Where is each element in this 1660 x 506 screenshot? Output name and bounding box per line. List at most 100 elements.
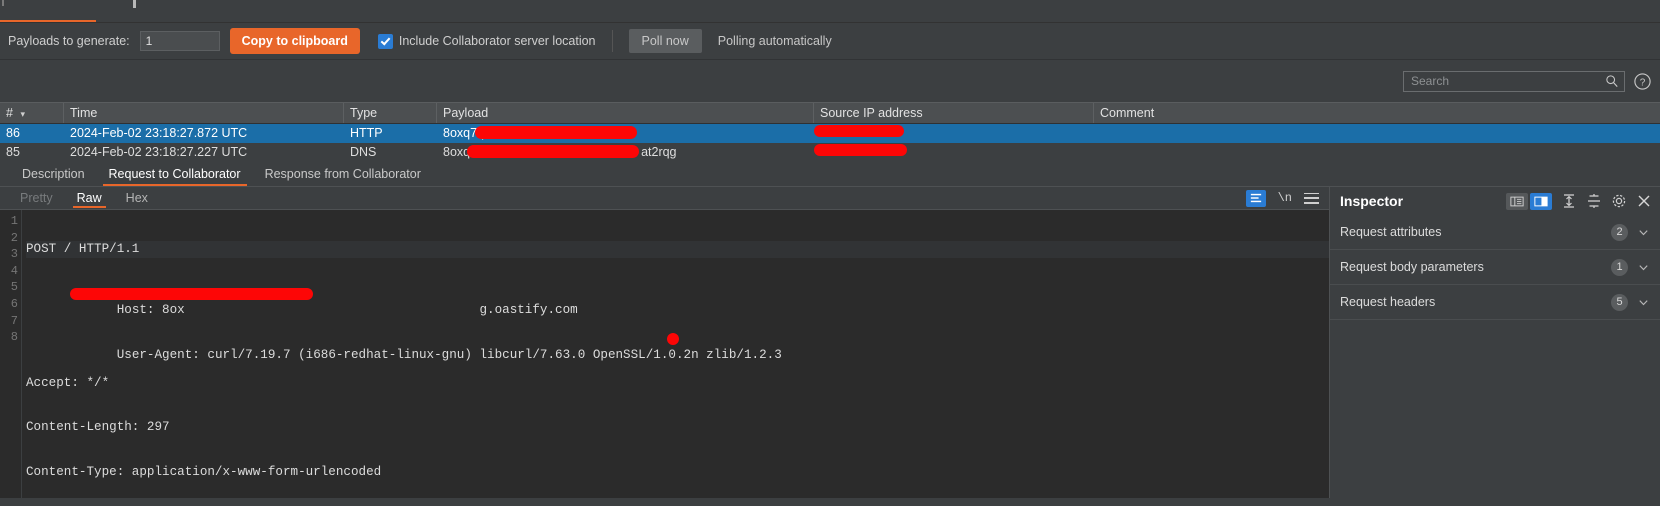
cell-number: 86 [6,126,20,140]
status-badge: 2 [1611,223,1628,241]
poll-now-button[interactable]: Poll now [628,29,702,53]
expand-vertical-icon[interactable] [1586,193,1602,209]
inspector-empty-space [1330,320,1660,498]
code-line-text: User-Agent: curl/7.19.7 (i686-redhat-lin… [116,347,782,362]
tab-raw[interactable]: Raw [65,188,114,209]
chevron-down-icon[interactable] [1637,261,1650,274]
cell-comment [1094,143,1654,162]
include-server-location-checkbox-wrap[interactable]: Include Collaborator server location [377,33,596,49]
code-line: Host: 8ox g.oastify.com [26,286,1329,317]
close-icon[interactable] [1636,193,1652,209]
cell-number: 85 [6,145,20,159]
cell-type: DNS [350,145,377,159]
message-editor: Pretty Raw Hex \n 1 2 3 4 5 6 7 8 POST /… [0,187,1329,498]
layout-side-panel-icon[interactable] [1506,192,1528,210]
search-box[interactable] [1403,70,1625,92]
tab-description[interactable]: Description [10,163,97,186]
table-row[interactable]: 86 2024-Feb-02 23:18:27.872 UTC HTTP 8ox… [0,124,1660,143]
column-header-type[interactable]: Type [344,103,437,123]
top-tick-marker [133,0,136,8]
payload-redaction-overlay [467,145,639,158]
table-row[interactable]: 85 2024-Feb-02 23:18:27.227 UTC DNS 8oxq… [0,143,1660,162]
line-number: 8 [10,330,18,345]
column-header-payload[interactable]: Payload [437,103,814,123]
table-header-row: # ▾ Time Type Payload Source IP address … [0,102,1660,124]
code-line: Content-Type: application/x-www-form-url… [26,464,382,479]
line-number: 7 [10,313,18,328]
gear-icon[interactable] [1611,193,1627,209]
interactions-table: # ▾ Time Type Payload Source IP address … [0,102,1660,162]
inspector-header: Inspector [1330,187,1660,215]
source-ip-redaction-overlay [814,125,904,137]
line-number: 3 [10,247,18,262]
editor-tool-buttons: \n [1245,189,1329,207]
tab-response-from-collaborator[interactable]: Response from Collaborator [253,163,433,186]
layout-split-icon[interactable] [1530,192,1552,210]
inspector-panel: Inspector Request attributes 2 Request b… [1329,187,1660,498]
tab-hex[interactable]: Hex [114,188,160,209]
cell-payload: 8oxq7 at2rqg [437,143,814,162]
copy-to-clipboard-button[interactable]: Copy to clipboard [229,28,360,54]
search-icon[interactable] [1605,74,1619,88]
include-server-location-label: Include Collaborator server location [398,34,596,48]
status-badge: 5 [1611,293,1628,311]
editor-and-inspector: Pretty Raw Hex \n 1 2 3 4 5 6 7 8 POST /… [0,187,1660,498]
column-header-time[interactable]: Time [64,103,344,123]
checkbox-checked-icon[interactable] [377,33,393,49]
host-redaction-overlay [70,287,313,300]
payload-toolbar: Payloads to generate: Copy to clipboard … [0,23,1660,60]
column-header-source-ip[interactable]: Source IP address [814,103,1094,123]
chevron-down-icon[interactable] [1637,296,1650,309]
view-tab-bar: Pretty Raw Hex \n [0,187,1329,209]
line-number: 1 [10,214,18,228]
source-ip-redaction-overlay [814,144,907,156]
cell-time: 2024-Feb-02 23:18:27.227 UTC [70,145,248,159]
help-circle-icon[interactable]: ? [1633,72,1652,91]
toolbar-divider [611,30,613,52]
tab-request-to-collaborator[interactable]: Request to Collaborator [97,163,253,186]
column-label-number: # [6,106,13,120]
request-text[interactable]: POST / HTTP/1.1 Host: 8ox g.oastify.com … [22,210,1329,498]
line-number: 2 [10,230,18,245]
sort-chevron-down-icon[interactable]: ▾ [20,109,25,119]
section-label: Request headers [1340,295,1436,309]
column-header-number[interactable]: # ▾ [0,103,64,123]
tab-pretty[interactable]: Pretty [8,188,65,209]
cell-comment [1094,124,1654,143]
text-wrap-icon[interactable] [1245,189,1266,207]
collapse-vertical-icon[interactable] [1561,193,1577,209]
payload-redaction-overlay [475,126,637,139]
line-number: 6 [10,296,18,311]
line-number-gutter: 1 2 3 4 5 6 7 8 [0,210,22,498]
line-number: 4 [10,263,18,278]
payloads-to-generate-label: Payloads to generate: [8,34,130,48]
cell-source-ip [814,143,1094,162]
search-input[interactable] [1409,73,1605,89]
code-line: User-Agent: curl/7.19.7 (i686-redhat-lin… [26,330,1329,362]
inspector-layout-toggle-group [1506,192,1552,210]
code-line-text: Host: 8ox g.oastify.com [116,303,578,318]
cell-type: HTTP [350,126,383,140]
useragent-redaction-dot [667,333,679,346]
code-viewer[interactable]: 1 2 3 4 5 6 7 8 POST / HTTP/1.1 Host: 8o… [0,209,1329,498]
newline-toggle-label[interactable]: \n [1278,191,1292,205]
inspector-title: Inspector [1340,193,1404,209]
burp-collaborator-window: Payloads to generate: Copy to clipboard … [0,0,1660,506]
inspector-section-request-headers[interactable]: Request headers 5 [1330,285,1660,320]
column-header-comment[interactable]: Comment [1094,103,1654,123]
section-label: Request attributes [1340,225,1442,239]
cell-source-ip [814,124,1094,143]
window-bottom-edge [0,498,1660,506]
polling-automatically-label: Polling automatically [717,34,832,48]
active-tab-underline [0,20,96,22]
cell-time: 2024-Feb-02 23:18:27.872 UTC [70,126,248,140]
payloads-to-generate-input[interactable] [139,31,220,51]
inspector-section-request-body-parameters[interactable]: Request body parameters 1 [1330,250,1660,285]
top-tick-left [2,0,4,6]
inspector-section-request-attributes[interactable]: Request attributes 2 [1330,215,1660,250]
search-strip: ? [0,60,1660,102]
hamburger-menu-icon[interactable] [1304,192,1319,204]
status-badge: 1 [1611,258,1628,276]
chevron-down-icon[interactable] [1637,226,1650,239]
message-tab-bar: Description Request to Collaborator Resp… [0,162,1660,187]
